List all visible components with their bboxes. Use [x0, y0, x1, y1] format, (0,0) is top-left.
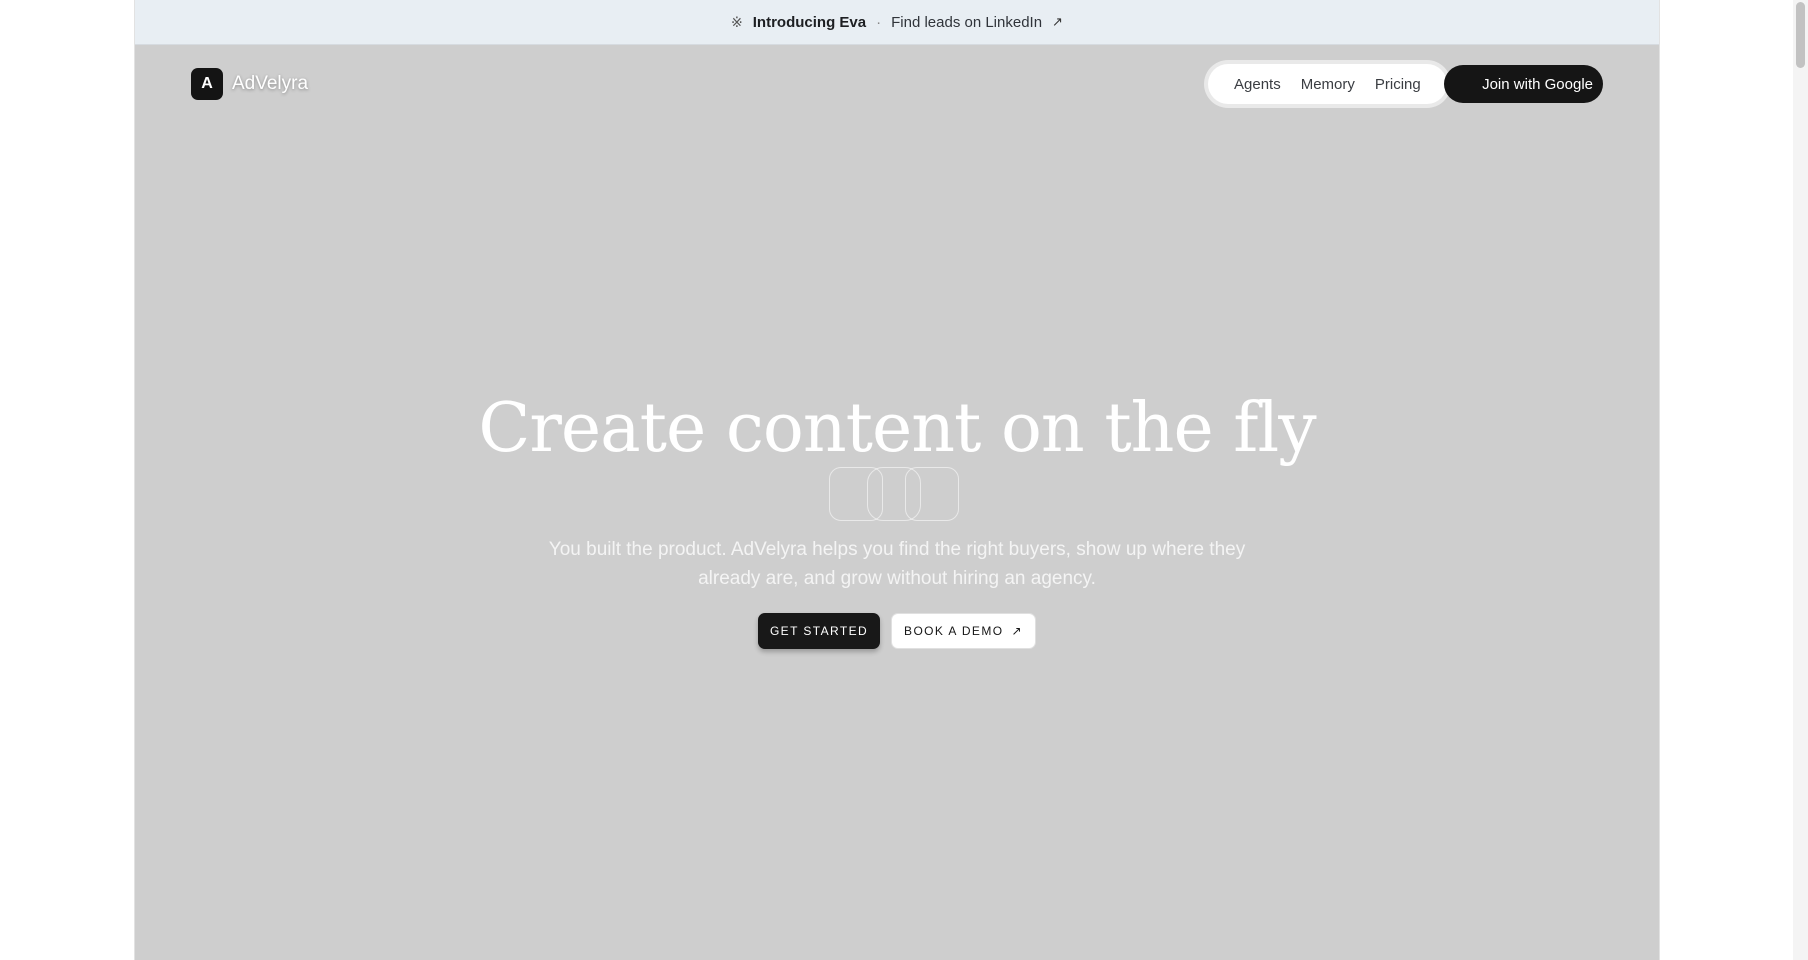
logo[interactable]: A AdVelyra: [191, 68, 308, 100]
book-demo-label: BOOK A DEMO: [904, 624, 1004, 638]
announcement-link[interactable]: Find leads on LinkedIn: [891, 14, 1042, 31]
announcement-title: Introducing Eva: [752, 13, 867, 31]
arrow-up-right-icon: ↗: [1052, 14, 1063, 29]
rings-decoration: [829, 467, 965, 521]
sparkle-icon: ※: [731, 13, 743, 30]
scrollbar[interactable]: [1793, 0, 1808, 960]
announcement-bar[interactable]: ※ Introducing Eva · Find leads on Linked…: [135, 0, 1659, 45]
hero-subtitle: You built the product. AdVelyra helps yo…: [548, 539, 1246, 589]
logo-mark: A: [191, 68, 223, 100]
hero-title: Create content on the fly: [478, 389, 1316, 468]
scrollbar-thumb[interactable]: [1796, 2, 1805, 68]
brand-name: AdVelyra: [232, 73, 309, 94]
announcement-separator: ·: [876, 13, 882, 31]
get-started-button[interactable]: GET STARTED: [758, 613, 880, 649]
page-frame: ※ Introducing Eva · Find leads on Linked…: [134, 0, 1660, 960]
main-nav: Agents Memory Pricing: [1208, 64, 1447, 104]
arrow-up-right-icon: ↗: [1011, 624, 1023, 638]
nav-memory[interactable]: Memory: [1291, 76, 1365, 93]
nav-agents[interactable]: Agents: [1224, 76, 1291, 93]
ring-shape: [905, 467, 959, 521]
book-demo-button[interactable]: BOOK A DEMO ↗: [891, 613, 1036, 649]
join-with-google-button[interactable]: Join with Google: [1444, 65, 1603, 103]
nav-pricing[interactable]: Pricing: [1365, 76, 1431, 93]
